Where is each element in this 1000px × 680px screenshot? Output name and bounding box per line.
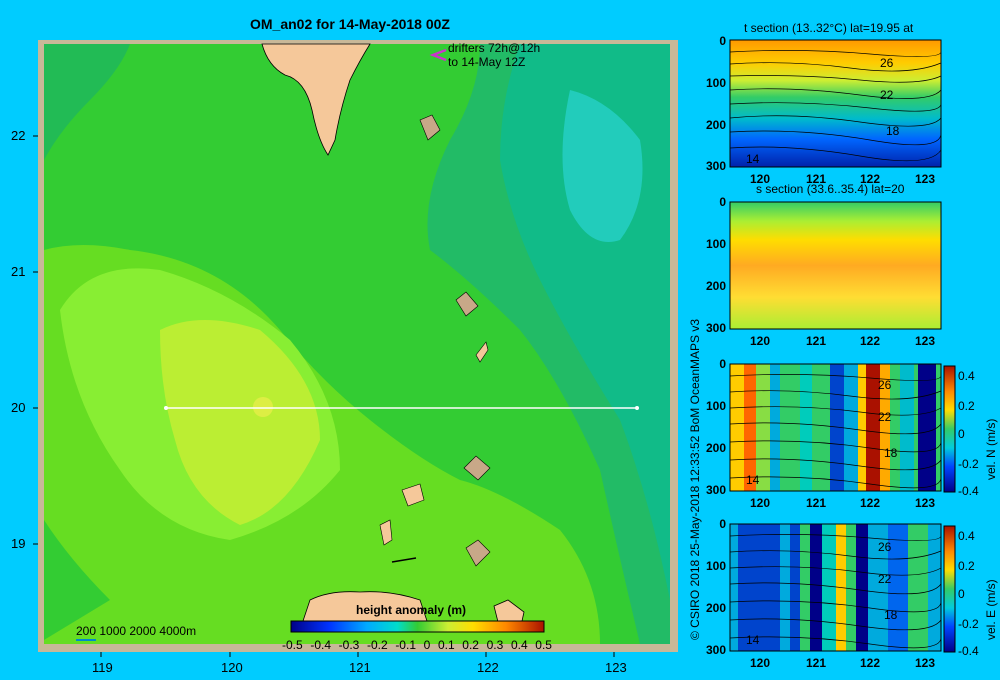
depth-tick: 100 <box>705 399 726 413</box>
depth-tick: 300 <box>705 483 726 497</box>
depth-tick: 300 <box>705 643 726 657</box>
contour-label: 22 <box>878 410 892 424</box>
lon-tick: 122 <box>860 172 881 186</box>
contour-label: 18 <box>884 446 898 460</box>
t-section-plot <box>729 39 942 168</box>
lon-tick: 121 <box>806 656 827 670</box>
s-section-plot <box>729 201 942 330</box>
vel-tick: -0.2 <box>958 617 979 631</box>
depth-tick: 100 <box>705 559 726 573</box>
contour-label: 26 <box>878 540 892 554</box>
contour-label: 14 <box>746 633 760 647</box>
vel-tick: 0.4 <box>958 369 975 383</box>
contour-label: 22 <box>880 88 894 102</box>
lon-tick: 121 <box>806 172 827 186</box>
lon-tick: 120 <box>750 496 771 510</box>
depth-tick: 0 <box>719 517 726 531</box>
contour-label: 18 <box>884 608 898 622</box>
contour-label: 14 <box>746 152 760 166</box>
vel-tick: -0.2 <box>958 457 979 471</box>
s-section-title: s section (33.6..35.4) lat=20 <box>756 182 905 196</box>
lon-tick: 122 <box>860 496 881 510</box>
depth-tick: 200 <box>705 279 726 293</box>
depth-tick: 200 <box>705 118 726 132</box>
lon-tick: 120 <box>750 172 771 186</box>
vel-tick: 0 <box>958 587 965 601</box>
section-panels-svg <box>729 39 956 653</box>
vel-tick: 0.2 <box>958 559 975 573</box>
lon-tick: 121 <box>806 496 827 510</box>
depth-tick: 0 <box>719 357 726 371</box>
contour-label: 14 <box>746 473 760 487</box>
depth-tick: 0 <box>719 34 726 48</box>
lon-tick: 122 <box>860 334 881 348</box>
veln-colorbar <box>943 365 956 493</box>
lon-tick: 123 <box>915 496 936 510</box>
t-section-title: t section (13..32°C) lat=19.95 at <box>744 21 914 35</box>
lon-tick: 123 <box>915 172 936 186</box>
depth-tick: 0 <box>719 195 726 209</box>
veln-section-plot <box>729 363 942 492</box>
lon-tick: 120 <box>750 334 771 348</box>
vel-tick: 0 <box>958 427 965 441</box>
lon-tick: 123 <box>915 334 936 348</box>
depth-tick: 100 <box>705 237 726 251</box>
depth-tick: 100 <box>705 76 726 90</box>
contour-label: 26 <box>878 378 892 392</box>
depth-tick: 200 <box>705 601 726 615</box>
depth-tick: 300 <box>705 321 726 335</box>
lon-tick: 121 <box>806 334 827 348</box>
depth-tick: 200 <box>705 441 726 455</box>
vele-section-plot <box>729 523 942 652</box>
veln-label: vel. N (m/s) <box>984 418 998 480</box>
contour-label: 18 <box>886 124 900 138</box>
contour-label: 26 <box>880 56 894 70</box>
vel-tick: -0.4 <box>958 644 979 658</box>
vele-colorbar <box>943 525 956 653</box>
contour-label: 22 <box>878 572 892 586</box>
lon-tick: 122 <box>860 656 881 670</box>
vele-label: vel. E (m/s) <box>984 579 998 640</box>
lon-tick: 123 <box>915 656 936 670</box>
depth-tick: 300 <box>705 159 726 173</box>
lon-tick: 120 <box>750 656 771 670</box>
vel-tick: 0.4 <box>958 529 975 543</box>
vel-tick: 0.2 <box>958 399 975 413</box>
vel-tick: -0.4 <box>958 484 979 498</box>
